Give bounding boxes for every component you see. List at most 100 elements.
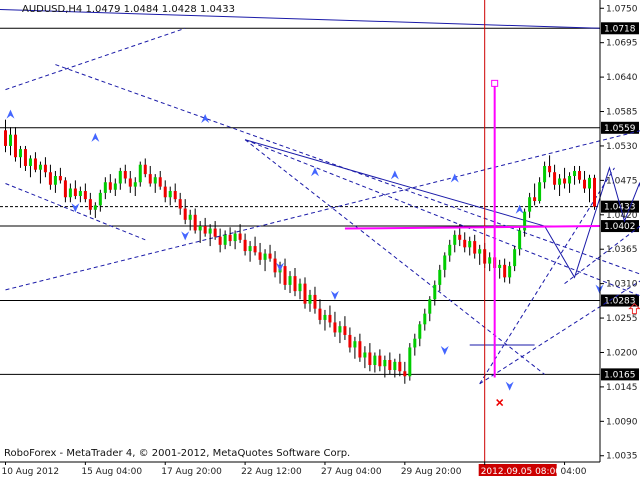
candle-bear: [533, 197, 537, 202]
candle-bull: [568, 175, 572, 184]
candle-bull: [453, 234, 457, 245]
candle-bear: [333, 322, 337, 333]
candle-bull: [323, 314, 327, 320]
candle-bull: [498, 264, 502, 268]
price-tick-label: 1.0365: [606, 245, 638, 255]
price-tick-label: 1.0035: [606, 452, 638, 462]
candle-bear: [108, 182, 112, 190]
candle-bear: [593, 177, 597, 207]
copyright-text: RoboForex - MetaTrader 4, © 2001-2012, M…: [4, 448, 350, 459]
candle-bear: [48, 172, 52, 185]
down-fractal-arrow: [440, 345, 449, 355]
candle-bear: [58, 175, 62, 181]
candle-bull: [233, 233, 237, 242]
time-tick-label: 15 Aug 04:00: [81, 467, 142, 477]
candle-bull: [288, 276, 292, 285]
candle-bear: [83, 191, 87, 200]
time-tick-label: 17 Aug 20:00: [161, 467, 222, 477]
candle-bull: [393, 361, 397, 370]
price-tick-label: 1.0475: [606, 176, 638, 186]
up-fractal-arrow: [515, 204, 524, 214]
candle-bull: [518, 230, 522, 250]
price-tick-label: 1.0090: [606, 417, 638, 427]
candle-bear: [403, 371, 407, 377]
candle-bull: [558, 178, 562, 185]
candle-bear: [123, 170, 127, 179]
price-tick-label: 1.0585: [606, 108, 638, 118]
candle-bear: [158, 177, 162, 187]
candle-bull: [68, 188, 72, 198]
candle-bear: [283, 266, 287, 285]
candle-bear: [328, 314, 332, 323]
candle-bear: [183, 208, 187, 220]
candle-bull: [543, 165, 547, 183]
candle-bull: [433, 284, 437, 300]
candle-bear: [63, 180, 67, 198]
price-tick-label: 1.0200: [606, 348, 638, 358]
candle-bear: [388, 359, 392, 370]
candle-bear: [213, 228, 217, 237]
candle-bear: [343, 326, 347, 335]
candle-bull: [93, 205, 97, 210]
candle-bear: [143, 164, 147, 175]
candle-bull: [18, 149, 22, 158]
candle-bull: [38, 164, 42, 170]
candle-bear: [178, 199, 182, 209]
candle-bear: [473, 241, 477, 254]
candle-bear: [293, 276, 297, 292]
candle-bear: [203, 226, 207, 234]
time-tick-label: 22 Aug 12:00: [241, 467, 302, 477]
chart-window[interactable]: 1.0718 1.0559 1.0433 1.0402 1.0283 1.0165 1.0…: [0, 0, 640, 480]
candle-bull: [438, 269, 442, 285]
candle-bull: [118, 170, 122, 184]
candle-bear: [238, 233, 242, 240]
candle-bull: [103, 182, 107, 193]
candle-bull: [98, 192, 102, 206]
candle-bull: [428, 299, 432, 314]
up-fractal-arrow: [390, 170, 399, 180]
up-fractal-arrow: [91, 132, 100, 142]
price-tick-label: 1.0640: [606, 73, 638, 83]
candle-bear: [273, 258, 277, 273]
candle-bull: [248, 246, 252, 252]
candle-bear: [358, 341, 362, 358]
level-label: 1.0402: [604, 222, 636, 232]
candle-bear: [583, 179, 587, 189]
candle-bear: [553, 172, 557, 185]
candle-bear: [128, 178, 132, 187]
candle-bull: [8, 134, 12, 146]
candle-bull: [298, 283, 302, 292]
down-fractal-arrow: [505, 381, 514, 391]
candle-bull: [153, 177, 157, 184]
signal-cross-icon: [496, 399, 504, 407]
time-tick-label: 29 Aug 20:00: [401, 467, 462, 477]
candle-bull: [113, 183, 117, 190]
candle-bear: [73, 188, 77, 197]
price-chart[interactable]: 1.07181.05591.04331.04021.02831.0165 1.0…: [0, 0, 640, 480]
level-label: 1.0559: [604, 124, 636, 134]
candle-bear: [318, 308, 322, 320]
candle-bull: [338, 326, 342, 333]
candle-bear: [13, 134, 17, 158]
candle-bull: [53, 175, 57, 185]
down-fractal-arrow: [595, 284, 604, 294]
candle-bear: [348, 334, 352, 348]
candle-bear: [3, 130, 7, 146]
candle-bull: [383, 359, 387, 367]
candle-bull: [363, 352, 367, 358]
candle-bull: [538, 182, 542, 202]
candle-bull: [478, 249, 482, 254]
projection-target-marker: [491, 79, 499, 87]
candle-bull: [448, 244, 452, 256]
candle-bear: [43, 164, 47, 173]
candle-bear: [193, 214, 197, 231]
price-tick-label: 1.0145: [606, 383, 638, 393]
candle-bear: [503, 264, 507, 278]
trend-channel-line: [55, 64, 640, 275]
candle-bull: [418, 324, 422, 339]
price-tick-label: 1.0750: [606, 4, 638, 14]
candle-bear: [33, 158, 37, 170]
level-label: 1.0283: [604, 297, 636, 307]
candle-bull: [188, 214, 192, 220]
candle-bear: [578, 170, 582, 180]
